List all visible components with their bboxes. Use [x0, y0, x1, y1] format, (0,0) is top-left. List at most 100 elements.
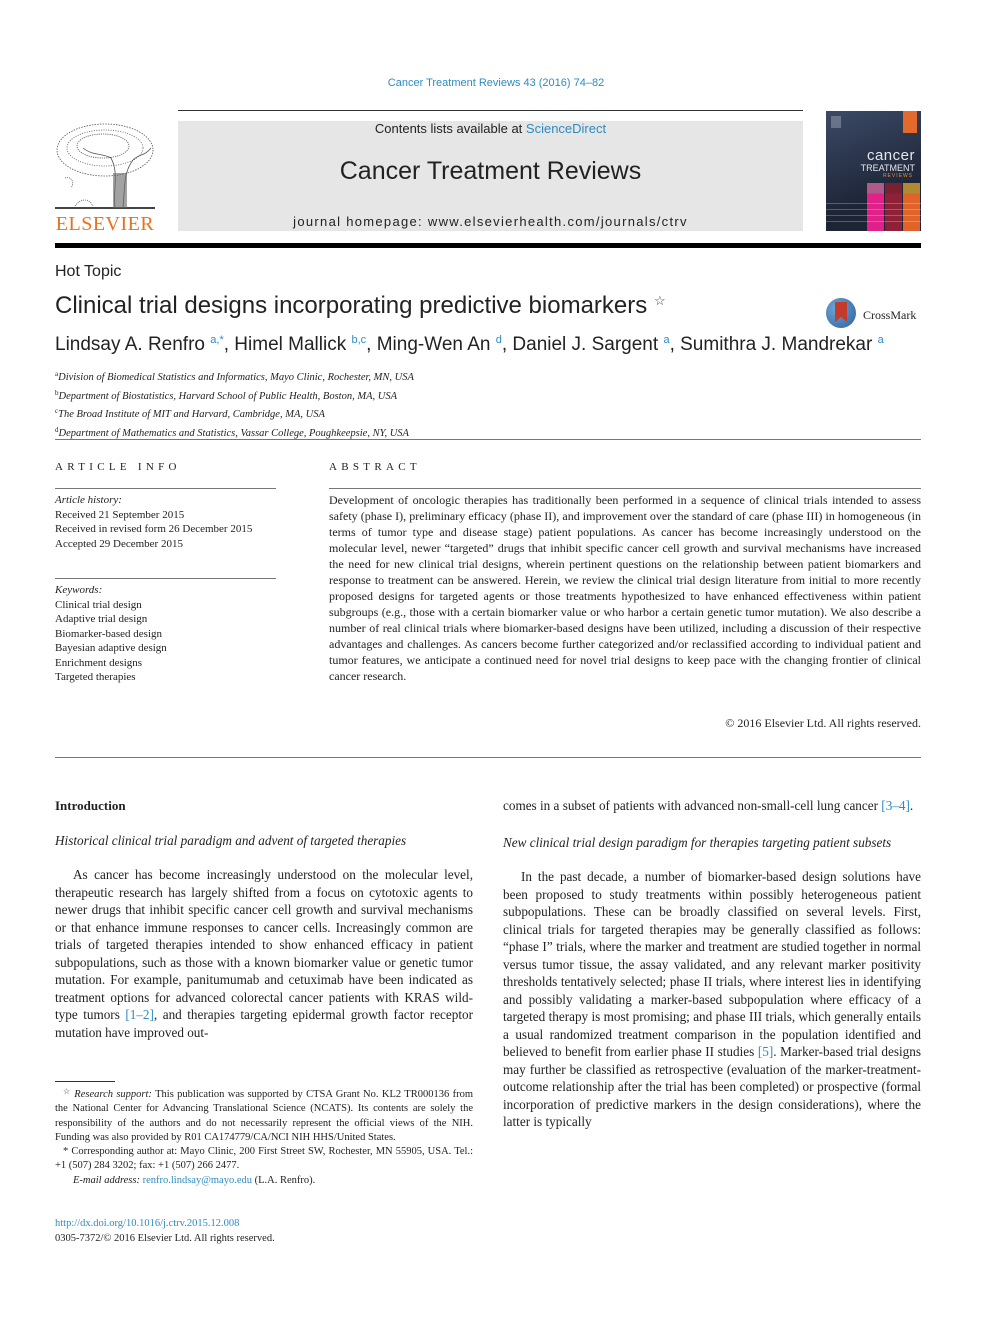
author[interactable]: Lindsay A. Renfro a,* — [55, 334, 224, 355]
email-label: E-mail address: — [73, 1174, 140, 1186]
citation-link[interactable]: [3–4] — [881, 798, 910, 813]
footnote-email: E-mail address: renfro.lindsay@mayo.edu … — [55, 1174, 473, 1188]
author-affil-sup[interactable]: a,* — [210, 334, 223, 346]
keyword: Adaptive trial design — [55, 613, 148, 625]
contents-prefix: Contents lists available at — [374, 121, 526, 136]
article-info-heading: ARTICLE INFO — [55, 461, 181, 473]
paragraph: In the past decade, a number of biomarke… — [503, 868, 921, 1131]
keyword: Biomarker-based design — [55, 627, 162, 640]
elsevier-tree-icon — [55, 123, 155, 209]
footnote-corresponding: * Corresponding author at: Mayo Clinic, … — [55, 1145, 473, 1174]
paragraph: As cancer has become increasingly unders… — [55, 866, 473, 1041]
crossmark-label: CrossMark — [863, 308, 917, 322]
abstract-copyright: © 2016 Elsevier Ltd. All rights reserved… — [725, 716, 921, 730]
author[interactable]: Ming-Wen An d — [377, 334, 502, 355]
footnote-rule — [55, 1081, 115, 1082]
article-title-text: Clinical trial designs incorporating pre… — [55, 292, 648, 319]
author-separator: , — [669, 334, 681, 355]
citation-link[interactable]: [1–2] — [125, 1007, 154, 1022]
author-list: Lindsay A. Renfro a,*, Himel Mallick b,c… — [55, 334, 884, 356]
history-accepted: Accepted 29 December 2015 — [55, 537, 183, 550]
footnote-star-mark: ☆ — [63, 1087, 71, 1096]
author-separator: , — [366, 334, 377, 355]
cover-stripe — [826, 221, 921, 222]
author-name: Ming-Wen An — [376, 334, 491, 355]
author[interactable]: Daniel J. Sargent a — [512, 334, 669, 355]
history-received: Received 21 September 2015 — [55, 508, 185, 521]
journal-homepage: journal homepage: www.elsevierhealth.com… — [178, 214, 803, 229]
left-column: Introduction Historical clinical trial p… — [55, 797, 473, 1041]
affiliation-text: Division of Biomedical Statistics and In… — [58, 372, 414, 383]
doi-link[interactable]: http://dx.doi.org/10.1016/j.ctrv.2015.12… — [55, 1216, 275, 1231]
abstract-rule — [329, 488, 921, 489]
keywords: Keywords: Clinical trial design Adaptive… — [55, 583, 167, 685]
sciencedirect-link[interactable]: ScienceDirect — [526, 121, 606, 136]
crossmark-button[interactable]: CrossMark — [826, 298, 922, 332]
article-title: Clinical trial designs incorporating pre… — [55, 292, 666, 320]
author[interactable]: Himel Mallick b,c — [234, 334, 366, 355]
author-name: Lindsay A. Renfro — [55, 334, 205, 355]
history-revised: Received in revised form 26 December 201… — [55, 523, 253, 535]
citation-link[interactable]: [5] — [758, 1044, 773, 1059]
keyword: Targeted therapies — [55, 671, 136, 683]
cover-bar-magenta — [867, 183, 884, 231]
elsevier-wordmark: ELSEVIER — [55, 213, 155, 235]
keywords-rule — [55, 578, 276, 579]
contents-line: Contents lists available at ScienceDirec… — [178, 121, 803, 136]
keyword: Enrichment designs — [55, 656, 143, 669]
author-affil-sup[interactable]: b,c — [351, 334, 366, 346]
footnotes: ☆ Research support: This publication was… — [55, 1085, 473, 1188]
history-label: Article history: — [55, 494, 122, 506]
cover-bar-orange — [903, 183, 920, 231]
journal-banner: Contents lists available at ScienceDirec… — [178, 121, 803, 231]
article-type: Hot Topic — [55, 263, 122, 280]
journal-cover-image[interactable]: cancer TREATMENT REVIEWS — [826, 111, 921, 231]
cover-tab — [903, 111, 917, 133]
abstract-text: Development of oncologic therapies has t… — [329, 493, 921, 683]
keywords-label: Keywords: — [55, 584, 103, 596]
header-rule — [178, 110, 803, 111]
article-info-rule — [55, 488, 276, 489]
cover-publisher-mark — [831, 116, 841, 128]
cover-title-3: REVIEWS — [882, 173, 913, 179]
author[interactable]: Sumithra J. Mandrekar a — [680, 334, 884, 355]
cover-stripe — [826, 209, 921, 210]
title-footnote-star[interactable]: ☆ — [654, 293, 666, 308]
footnote-label: Research support: — [74, 1089, 152, 1100]
cover-stripe — [826, 215, 921, 216]
subsection-heading-new-paradigm: New clinical trial design paradigm for t… — [503, 834, 892, 850]
cover-stripe — [826, 203, 921, 204]
email-suffix: (L.A. Renfro). — [252, 1174, 316, 1186]
abstract-heading: ABSTRACT — [329, 461, 421, 473]
paragraph-continued: comes in a subset of patients with advan… — [503, 797, 921, 815]
cover-title-1: cancer — [866, 147, 915, 164]
author-affil-sup[interactable]: a — [878, 334, 884, 346]
author-separator: , — [501, 334, 513, 355]
article-history: Article history: Received 21 September 2… — [55, 493, 252, 551]
elsevier-logo[interactable]: ELSEVIER — [53, 118, 157, 236]
header-thick-rule — [55, 243, 921, 248]
email-link[interactable]: renfro.lindsay@mayo.edu — [143, 1175, 252, 1186]
subsection-heading-historical: Historical clinical trial paradigm and a… — [55, 832, 407, 848]
homepage-link[interactable]: www.elsevierhealth.com/journals/ctrv — [428, 214, 688, 229]
author-separator: , — [223, 334, 235, 355]
author-name: Sumithra J. Mandrekar — [680, 334, 873, 355]
footnote-support: ☆ Research support: This publication was… — [55, 1085, 473, 1145]
cover-bar-crimson — [885, 183, 902, 231]
keyword: Bayesian adaptive design — [55, 642, 167, 654]
author-name: Daniel J. Sargent — [512, 334, 659, 355]
keyword: Clinical trial design — [55, 598, 142, 611]
journal-title: Cancer Treatment Reviews — [339, 157, 642, 185]
affiliations: aDivision of Biomedical Statistics and I… — [55, 367, 414, 441]
affiliation: bDepartment of Biostatistics, Harvard Sc… — [55, 386, 414, 405]
paragraph-text: . — [909, 798, 914, 813]
right-column: comes in a subset of patients with advan… — [503, 797, 921, 1131]
issn-line: 0305-7372/© 2016 Elsevier Ltd. All right… — [55, 1233, 275, 1244]
paragraph-text: comes in a subset of patients with advan… — [503, 798, 882, 813]
affiliation-text: Department of Biostatistics, Harvard Sch… — [58, 390, 398, 402]
homepage-prefix: journal homepage: — [293, 214, 428, 229]
journal-reference-link[interactable]: Cancer Treatment Reviews 43 (2016) 74–82 — [0, 77, 992, 89]
doi-block: http://dx.doi.org/10.1016/j.ctrv.2015.12… — [55, 1216, 275, 1246]
affiliation: aDivision of Biomedical Statistics and I… — [55, 367, 414, 386]
cover-title-2: TREATMENT — [860, 163, 915, 173]
